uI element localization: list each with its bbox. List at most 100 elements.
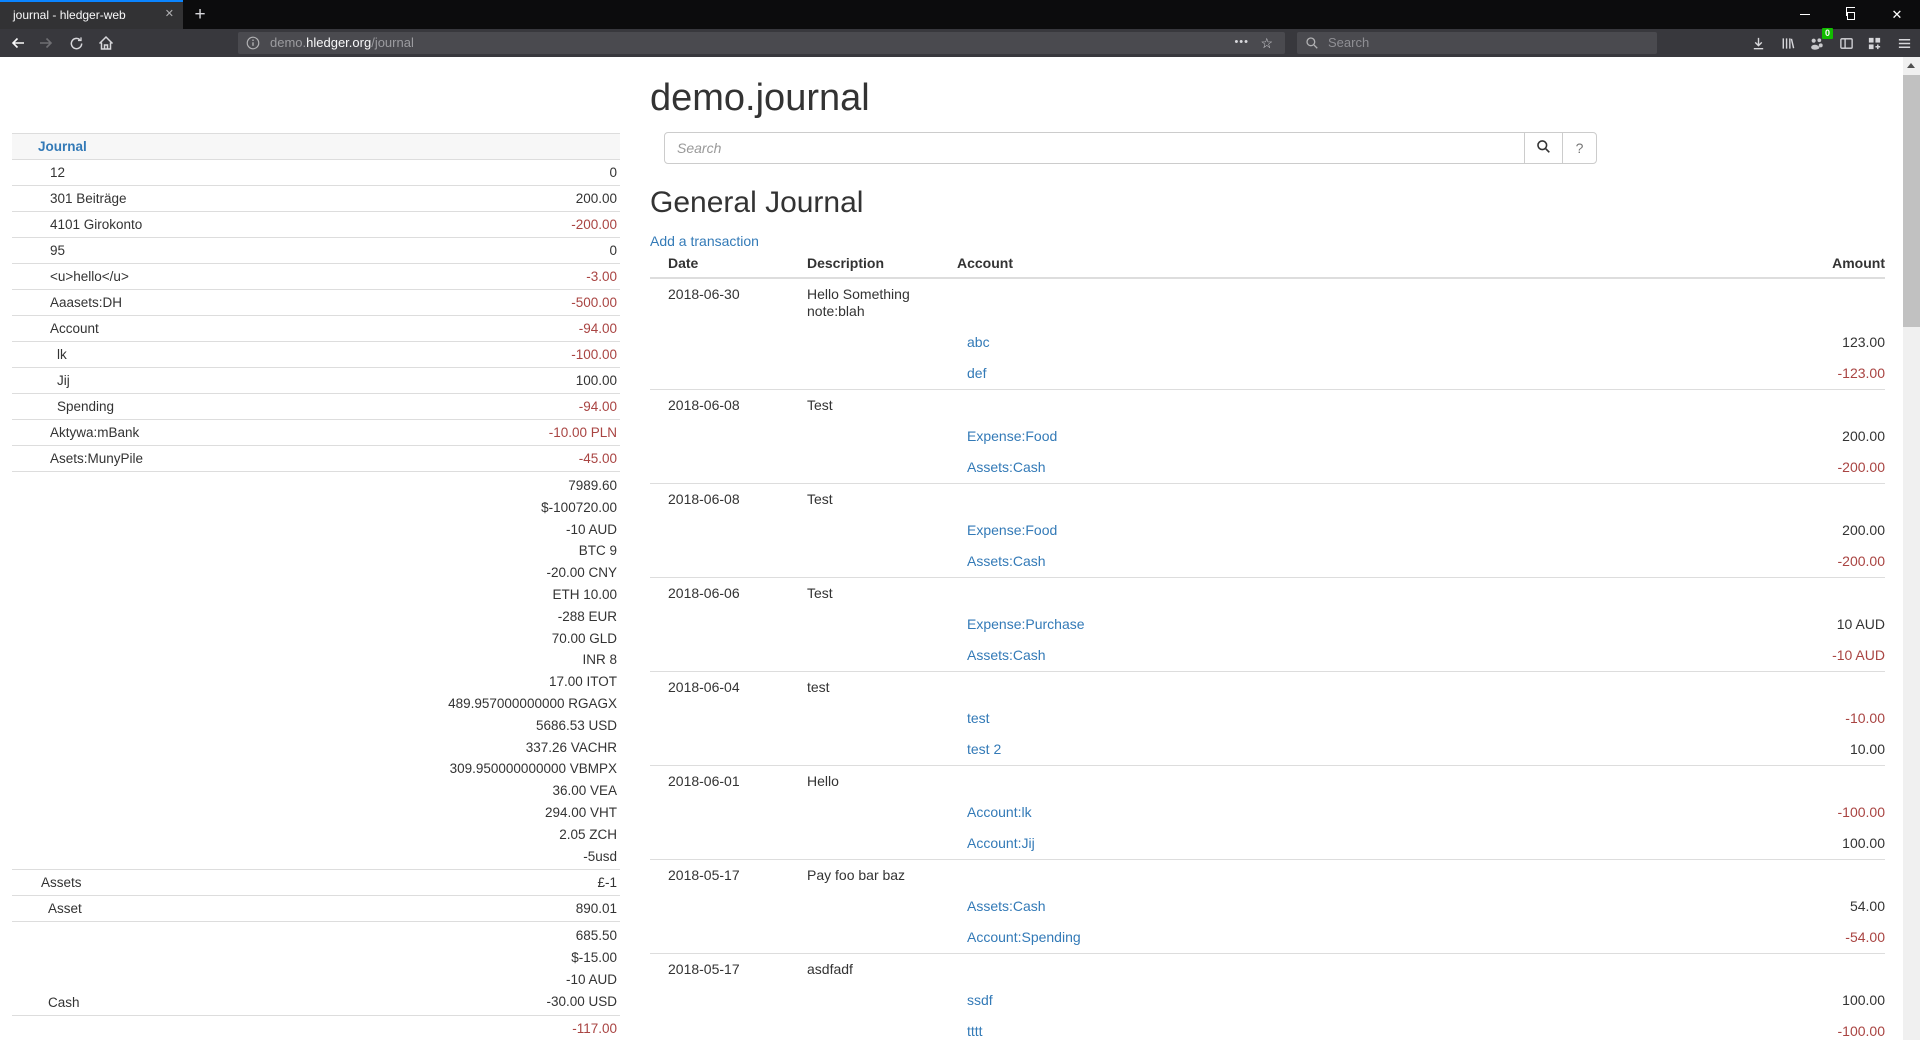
sidebar-toggle-icon[interactable]: [1836, 33, 1856, 53]
sidebar-amount: -10.00 PLN: [280, 423, 618, 443]
posting-account-link[interactable]: Account:Jij: [957, 835, 1035, 851]
posting-account-link[interactable]: Assets:Cash: [957, 647, 1046, 663]
sidebar-account-link[interactable]: Spending: [57, 399, 114, 414]
transaction-title-row[interactable]: 2018-06-30Hello Something note:blah: [650, 278, 1885, 327]
sidebar-account-cell: Asset: [12, 896, 280, 922]
page-actions-icon[interactable]: •••: [1234, 32, 1249, 53]
downloads-icon[interactable]: [1748, 33, 1768, 53]
posting-account-link[interactable]: def: [957, 365, 986, 381]
sidebar-account-link[interactable]: Asets:MunyPile: [50, 451, 143, 466]
posting-account-cell: ssdf: [957, 985, 1685, 1016]
back-icon[interactable]: [8, 33, 28, 53]
posting-amount: 10 AUD: [1685, 609, 1885, 640]
posting-account-link[interactable]: Assets:Cash: [957, 459, 1046, 475]
sidebar-account-link[interactable]: Asset: [48, 901, 82, 916]
posting-account-link[interactable]: Account:lk: [957, 804, 1032, 820]
sidebar-account-link[interactable]: Account: [50, 321, 99, 336]
add-transaction-link[interactable]: Add a transaction: [650, 233, 759, 250]
posting-account-cell: Assets:Cash: [957, 452, 1685, 484]
close-button[interactable]: ✕: [1874, 0, 1920, 29]
sidebar-amount: -45.00: [280, 449, 618, 469]
sidebar-account-link[interactable]: 12: [50, 165, 65, 180]
transaction-description: Test: [807, 578, 957, 610]
extension-icon[interactable]: 0: [1806, 33, 1826, 53]
sidebar-account-row: -117.00: [12, 1015, 620, 1040]
scroll-up-arrow-icon[interactable]: [1907, 63, 1915, 68]
transaction-date: 2018-05-17: [650, 954, 807, 986]
extension-badge: 0: [1822, 28, 1833, 39]
apps-grid-icon[interactable]: [1864, 33, 1884, 53]
posting-account-link[interactable]: tttt: [957, 1023, 983, 1039]
search-help-button[interactable]: ?: [1562, 132, 1597, 164]
restore-icon: [1847, 12, 1855, 20]
transaction-title-row[interactable]: 2018-05-17Pay foo bar baz: [650, 860, 1885, 892]
search-submit-button[interactable]: [1524, 132, 1563, 164]
library-icon[interactable]: [1777, 33, 1797, 53]
posting-account-link[interactable]: abc: [957, 334, 990, 350]
posting-date-spacer: [650, 703, 807, 734]
transaction-title-row[interactable]: 2018-06-01Hello: [650, 766, 1885, 798]
browser-tab[interactable]: journal - hledger-web ✕: [0, 0, 183, 29]
sidebar-account-row: 4101 Girokonto-200.00: [12, 212, 620, 238]
menu-icon[interactable]: [1894, 33, 1914, 53]
posting-account-link[interactable]: test 2: [957, 741, 1001, 757]
posting-account-link[interactable]: Expense:Food: [957, 428, 1057, 444]
sidebar-amount: 2.05 ZCH: [280, 824, 618, 846]
transaction-account-spacer: [957, 954, 1685, 986]
sidebar-account-link[interactable]: Jij: [57, 373, 70, 388]
transaction-title-row[interactable]: 2018-05-17asdfadf: [650, 954, 1885, 986]
new-tab-button[interactable]: +: [186, 1, 214, 29]
transaction-title-row[interactable]: 2018-06-04test: [650, 672, 1885, 704]
sidebar-account-link[interactable]: 301 Beiträge: [50, 191, 127, 206]
sidebar-account-row: 120: [12, 160, 620, 186]
posting-account-link[interactable]: Assets:Cash: [957, 553, 1046, 569]
posting-account-link[interactable]: Assets:Cash: [957, 898, 1046, 914]
tab-close-icon[interactable]: ✕: [165, 7, 174, 20]
sidebar-account-link[interactable]: 95: [50, 243, 65, 258]
vertical-scrollbar[interactable]: [1903, 57, 1920, 1040]
toolbar-search-field[interactable]: Search: [1297, 32, 1657, 54]
posting-account-link[interactable]: Expense:Food: [957, 522, 1057, 538]
transaction-title-row[interactable]: 2018-06-08Test: [650, 484, 1885, 516]
sidebar-account-cell: Assets: [12, 870, 280, 896]
site-info-icon[interactable]: [246, 36, 260, 55]
sidebar-account-link[interactable]: Assets: [41, 875, 82, 890]
sidebar-account-link[interactable]: Aaasets:DH: [50, 295, 122, 310]
page-content: Journal 120301 Beiträge200.004101 Giroko…: [0, 57, 1920, 1040]
tab-bar: journal - hledger-web ✕ + ✕: [0, 0, 1920, 29]
posting-account-cell: Expense:Purchase: [957, 609, 1685, 640]
restore-button[interactable]: [1828, 0, 1874, 29]
transaction-title-row[interactable]: 2018-06-08Test: [650, 390, 1885, 422]
sidebar-account-link[interactable]: 4101 Girokonto: [50, 217, 142, 232]
sidebar-balance-cell: 890.01: [280, 896, 621, 922]
reload-icon[interactable]: [66, 33, 86, 53]
sidebar-account-cell: 95: [12, 238, 280, 264]
minimize-button[interactable]: [1782, 0, 1828, 29]
bookmark-star-icon[interactable]: ☆: [1260, 32, 1273, 54]
sidebar-amount: -94.00: [280, 319, 618, 339]
search-icon: [1305, 36, 1319, 55]
sidebar-account-row: 301 Beiträge200.00: [12, 186, 620, 212]
posting-account-cell: Expense:Food: [957, 515, 1685, 546]
sidebar-account-link[interactable]: lk: [57, 347, 67, 362]
browser-chrome: journal - hledger-web ✕ + ✕ demo.hledger…: [0, 0, 1920, 57]
posting-account-link[interactable]: Account:Spending: [957, 929, 1081, 945]
scrollbar-thumb[interactable]: [1903, 75, 1920, 327]
home-icon[interactable]: [96, 33, 116, 53]
posting-account-link[interactable]: test: [957, 710, 990, 726]
sidebar-balance-cell: 685.50$-15.00-10 AUD-30.00 USD: [280, 922, 621, 1015]
sidebar-amount: -5usd: [280, 846, 618, 868]
sidebar-account-link[interactable]: Cash: [48, 995, 80, 1010]
posting-account-link[interactable]: Expense:Purchase: [957, 616, 1085, 632]
sidebar-account-row: lk-100.00: [12, 342, 620, 368]
sidebar-account-link[interactable]: <u>hello</u>: [50, 269, 129, 284]
sidebar-account-cell: Aktywa:mBank: [12, 420, 280, 446]
forward-icon[interactable]: [36, 33, 56, 53]
transaction-title-row[interactable]: 2018-06-06Test: [650, 578, 1885, 610]
posting-amount: -123.00: [1685, 358, 1885, 390]
journal-search-input[interactable]: [664, 132, 1525, 164]
sidebar-account-link[interactable]: Aktywa:mBank: [50, 425, 139, 440]
url-bar[interactable]: demo.hledger.org/journal ••• ☆: [238, 32, 1285, 54]
posting-account-link[interactable]: ssdf: [957, 992, 993, 1008]
journal-link[interactable]: Journal: [38, 139, 87, 154]
